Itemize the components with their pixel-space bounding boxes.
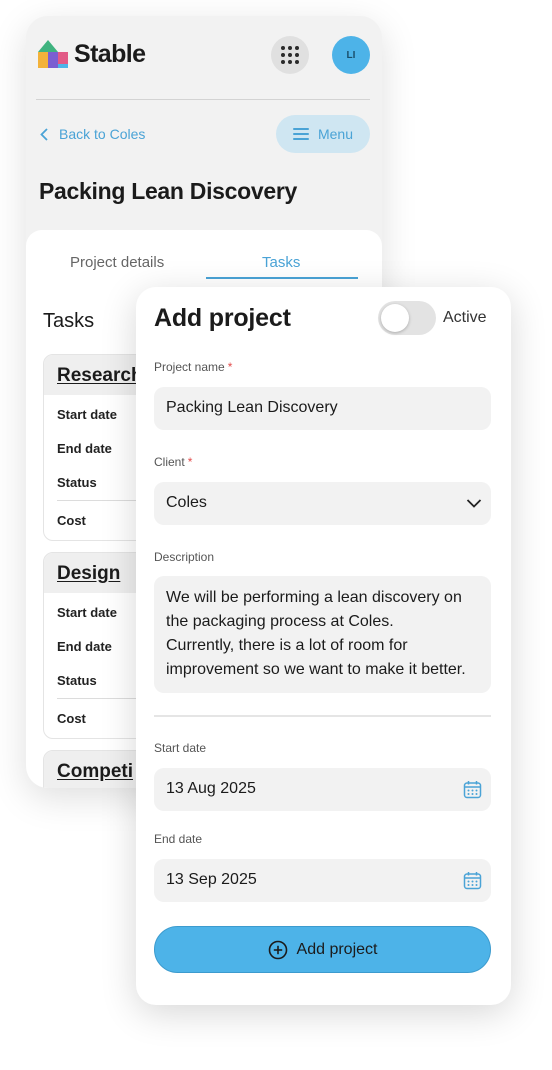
calendar-icon[interactable] [463, 871, 482, 890]
task-name[interactable]: Research [57, 365, 143, 386]
menu-button[interactable]: Menu [276, 115, 370, 153]
apps-menu-button[interactable] [271, 36, 309, 74]
task-field-label: Start date [57, 407, 117, 422]
section-divider [154, 715, 491, 717]
grid-dots-icon [281, 46, 299, 64]
active-toggle-label: Active [443, 309, 487, 326]
client-value: Coles [166, 494, 207, 511]
task-field-label: Start date [57, 605, 117, 620]
chevron-down-icon [466, 499, 482, 508]
chevron-left-icon [40, 127, 48, 141]
task-field-label: Status [57, 475, 97, 490]
description-textarea[interactable]: We will be performing a lean discovery o… [154, 576, 491, 693]
add-project-dialog: Add project Active Project name * Packing… [136, 287, 511, 1005]
task-name[interactable]: Competi [57, 761, 133, 782]
plus-circle-icon [268, 940, 287, 959]
add-project-button[interactable]: Add project [154, 926, 491, 973]
description-label: Description [154, 550, 215, 564]
required-marker: * [227, 360, 233, 374]
menu-button-label: Menu [317, 126, 354, 142]
end-date-input[interactable]: 13 Sep 2025 [154, 859, 491, 902]
description-line: We will be performing a lean discovery o… [166, 589, 462, 606]
project-name-input[interactable]: Packing Lean Discovery [154, 387, 491, 430]
user-avatar[interactable]: LI [332, 36, 370, 74]
stable-logo-icon [38, 40, 68, 68]
toggle-knob [381, 304, 409, 332]
client-label: Client * [154, 455, 192, 469]
active-toggle[interactable] [378, 301, 436, 335]
dialog-title: Add project [154, 304, 291, 332]
task-field-label: End date [57, 441, 112, 456]
end-date-value: 13 Sep 2025 [166, 871, 257, 888]
task-field-label: Cost [57, 513, 86, 528]
project-name-label-text: Project name [154, 360, 225, 374]
header-divider [36, 99, 370, 100]
required-marker: * [187, 455, 193, 469]
client-select[interactable]: Coles [154, 482, 491, 525]
project-name-label: Project name * [154, 360, 232, 374]
start-date-value: 13 Aug 2025 [166, 780, 256, 797]
start-date-input[interactable]: 13 Aug 2025 [154, 768, 491, 811]
task-field-label: Cost [57, 711, 86, 726]
description-line: Currently, there is a lot of room for [166, 637, 408, 654]
page-title: Packing Lean Discovery [39, 178, 298, 204]
project-name-value: Packing Lean Discovery [166, 399, 338, 416]
client-label-text: Client [154, 455, 185, 469]
start-date-label: Start date [154, 741, 207, 755]
active-tab-indicator [206, 277, 358, 279]
task-name[interactable]: Design [57, 563, 120, 584]
back-link[interactable]: Back to Coles [40, 126, 145, 142]
tab-tasks[interactable]: Tasks [262, 254, 300, 271]
description-line: improvement so we want to make it better… [166, 661, 466, 678]
task-field-label: Status [57, 673, 97, 688]
description-line: the packaging process at Coles. [166, 613, 394, 630]
hamburger-icon [292, 128, 309, 140]
tasks-heading: Tasks [43, 310, 95, 332]
brand-name: Stable [74, 39, 146, 68]
add-project-button-label: Add project [296, 940, 378, 958]
tab-project-details[interactable]: Project details [70, 254, 164, 271]
stable-logo[interactable]: Stable [36, 38, 146, 70]
calendar-icon[interactable] [463, 780, 482, 799]
task-field-label: End date [57, 639, 112, 654]
end-date-label: End date [154, 832, 203, 846]
back-link-label: Back to Coles [59, 126, 146, 142]
